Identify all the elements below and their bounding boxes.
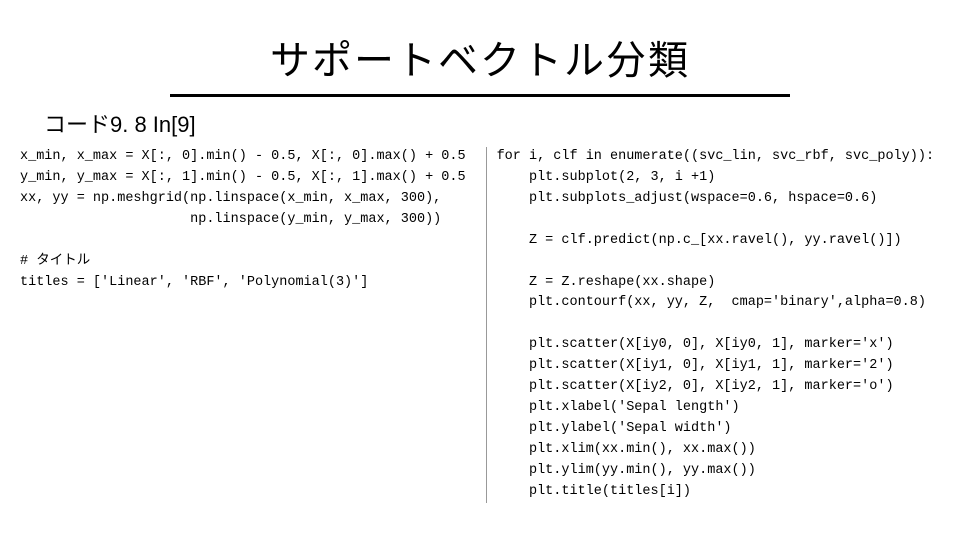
slide-page: サポートベクトル分類 コード9. 8 In[9] x_min, x_max = … (0, 0, 960, 540)
page-title: サポートベクトル分類 (170, 28, 790, 97)
code-columns: x_min, x_max = X[:, 0].min() - 0.5, X[:,… (18, 147, 942, 503)
code-block-left: x_min, x_max = X[:, 0].min() - 0.5, X[:,… (20, 147, 472, 503)
code-caption: コード9. 8 In[9] (44, 107, 942, 139)
code-block-right: for i, clf in enumerate((svc_lin, svc_rb… (486, 147, 934, 503)
